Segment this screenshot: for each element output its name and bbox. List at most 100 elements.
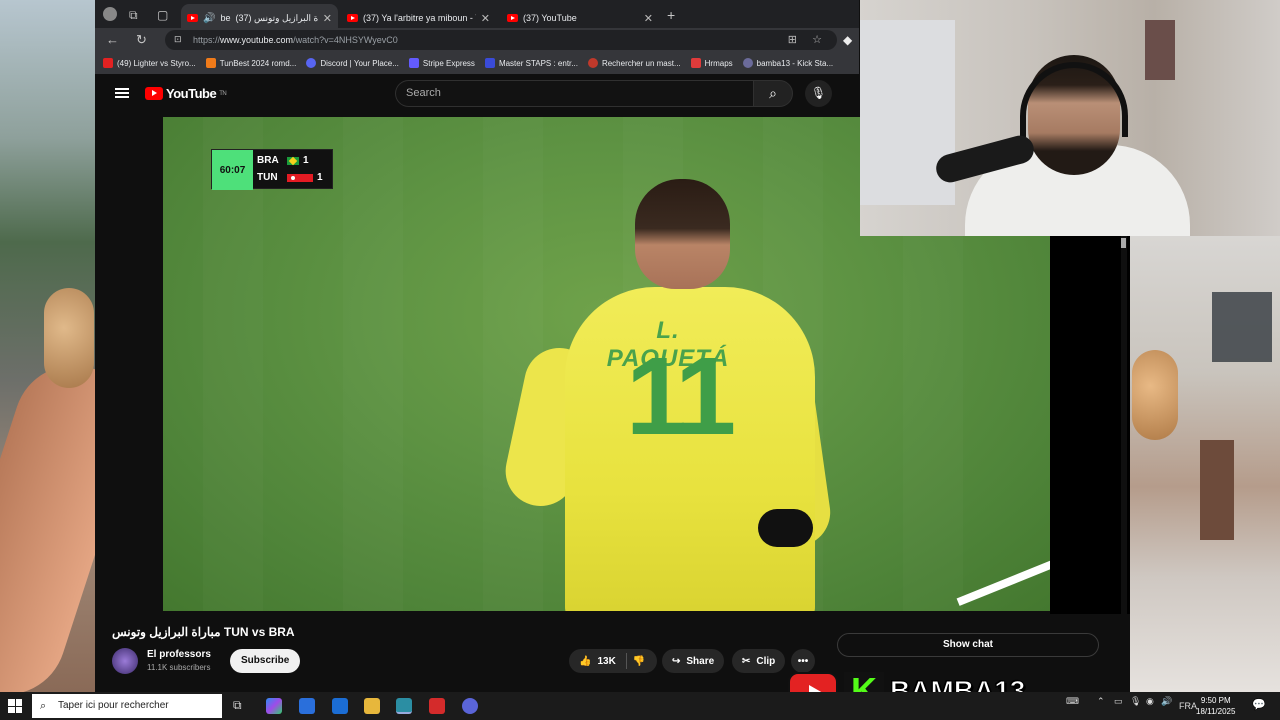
tab-prefix: be (220, 13, 231, 23)
bookmark-favicon (484, 58, 495, 68)
app-icon[interactable] (429, 698, 445, 714)
scrollbar-thumb[interactable] (1121, 238, 1126, 248)
close-tab-icon[interactable]: ✕ (481, 12, 490, 25)
notifications-icon[interactable]: 💬 (1252, 698, 1266, 711)
speaker-icon[interactable]: 🔊 (203, 13, 215, 24)
bookmark-1[interactable]: (49) Lighter vs Styro... (103, 58, 196, 68)
bookmark-2[interactable]: TunBest 2024 romd... (205, 58, 297, 68)
star-icon[interactable]: ☆ (812, 33, 822, 46)
clock-time: 9:50 PM (1200, 696, 1231, 705)
chevron-up-icon[interactable]: ⌃ (1097, 696, 1105, 707)
show-chat-button[interactable]: Show chat (837, 633, 1099, 657)
background-bat-right (1132, 350, 1178, 440)
search-input[interactable]: Search (395, 80, 753, 107)
bookmark-label: TunBest 2024 romd... (219, 58, 297, 68)
pitch-line (956, 546, 1050, 606)
subscriber-count: 11.1K subscribers (147, 663, 211, 672)
edge-icon[interactable] (396, 698, 412, 714)
search-icon: ⌕ (40, 700, 47, 712)
url-input[interactable]: ⊡ https://www.youtube.com/watch?v=4NHSYW… (165, 30, 837, 50)
windows-start-icon[interactable] (8, 699, 22, 713)
youtube-logo-icon (145, 87, 163, 100)
video-title: مباراة البرازيل وتونس TUN vs BRA (112, 625, 295, 639)
file-explorer-icon[interactable] (364, 698, 380, 714)
mic-tray-icon[interactable]: 🎙 (1130, 696, 1141, 707)
share-icon: ↪ (672, 655, 681, 667)
microphone-icon[interactable]: 🎙 (805, 80, 832, 107)
youtube-favicon (507, 14, 518, 22)
network-icon[interactable]: ▭ (1114, 696, 1123, 707)
url-prefix: https:// (193, 35, 221, 45)
channel-name[interactable]: El professors (147, 649, 211, 660)
youtube-logo-text: YouTube (166, 86, 217, 101)
scissors-icon: ✂ (742, 655, 751, 667)
youtube-logo[interactable]: YouTube TN (145, 86, 227, 101)
taskbar-search-placeholder: Taper ici pour rechercher (58, 700, 169, 711)
divider (625, 653, 627, 669)
volume-icon[interactable]: 🔊 (1161, 696, 1172, 707)
clip-label: Clip (756, 655, 776, 667)
taskbar-search-input[interactable]: ⌕ Taper ici pour rechercher (32, 694, 222, 718)
player-glove (758, 509, 813, 547)
tab-label: (37) Ya l'arbitre ya miboun - YouT (363, 13, 476, 23)
clip-button[interactable]: ✂ Clip (732, 649, 786, 673)
youtube-favicon (187, 14, 198, 22)
video-letterbox (1050, 236, 1130, 614)
bookmark-3[interactable]: Discord | Your Place... (306, 58, 399, 68)
subscribe-button[interactable]: Subscribe (230, 649, 301, 673)
scrollbar[interactable] (1121, 236, 1127, 686)
language-indicator[interactable]: FRA (1179, 701, 1197, 711)
menu-icon[interactable] (115, 88, 129, 98)
bookmark-favicon (306, 58, 317, 68)
store-icon[interactable] (299, 698, 315, 714)
extension-icon[interactable]: ◆ (843, 33, 852, 47)
brazil-flag-icon (287, 156, 299, 165)
bookmark-7[interactable]: Hrmaps (690, 58, 733, 68)
background-door (1200, 440, 1234, 540)
bookmark-5[interactable]: Master STAPS : entr... (484, 58, 578, 68)
apps-icon[interactable]: ⊞ (788, 33, 797, 46)
score-row-away: TUN 1 (257, 172, 328, 183)
bookmarks-bar: (49) Lighter vs Styro... TunBest 2024 ro… (95, 52, 859, 74)
profile-icon[interactable] (103, 7, 117, 21)
workspaces-icon[interactable]: ⧉ (129, 8, 138, 23)
like-icon[interactable]: 👍 (579, 656, 591, 667)
new-tab-icon[interactable]: + (667, 7, 675, 23)
bookmark-favicon (690, 58, 701, 68)
bookmark-label: (49) Lighter vs Styro... (117, 58, 196, 68)
copilot-icon[interactable] (266, 698, 282, 714)
match-time: 60:07 (212, 150, 253, 190)
site-info-icon[interactable]: ⊡ (174, 34, 182, 45)
score-row-home: BRA 1 (257, 155, 328, 166)
background-bat (44, 288, 94, 388)
channel-avatar[interactable] (112, 648, 138, 674)
bookmark-label: Rechercher un mast... (601, 58, 681, 68)
refresh-icon[interactable]: ↻ (136, 32, 147, 48)
bookmark-favicon (103, 58, 113, 68)
search-icon[interactable]: ⌕ (753, 80, 793, 107)
outlook-icon[interactable] (332, 698, 348, 714)
dislike-icon[interactable]: 👎 (633, 656, 645, 667)
share-button[interactable]: ↪ Share (662, 649, 725, 673)
bookmark-favicon (587, 58, 598, 68)
keyboard-icon[interactable]: ⌨ (1066, 696, 1079, 707)
share-label: Share (686, 655, 715, 667)
wifi-icon[interactable]: ◉ (1146, 696, 1154, 707)
background-window (1212, 292, 1272, 362)
bookmark-4[interactable]: Stripe Express (408, 58, 475, 68)
like-dislike-group: 👍 13K 👎 (569, 649, 657, 673)
tab-actions-icon[interactable]: ▢ (157, 8, 168, 22)
discord-icon[interactable] (462, 698, 478, 714)
bookmark-8[interactable]: bamba13 - Kick Sta... (742, 58, 834, 68)
team-name: BRA (257, 155, 279, 166)
close-tab-icon[interactable]: ✕ (323, 12, 332, 25)
like-count[interactable]: 13K (597, 656, 615, 667)
bookmark-label: bamba13 - Kick Sta... (756, 58, 834, 68)
taskbar-clock[interactable]: 9:50 PM 18/11/2025 (1196, 695, 1235, 717)
task-view-icon[interactable]: ⧉ (233, 698, 249, 714)
close-tab-icon[interactable]: ✕ (644, 12, 653, 25)
bookmark-6[interactable]: Rechercher un mast... (587, 58, 681, 68)
back-icon[interactable]: ← (106, 32, 119, 47)
bookmark-favicon (408, 58, 419, 68)
tab-label: (37) مباراة البرازيل وتونس (235, 12, 318, 23)
